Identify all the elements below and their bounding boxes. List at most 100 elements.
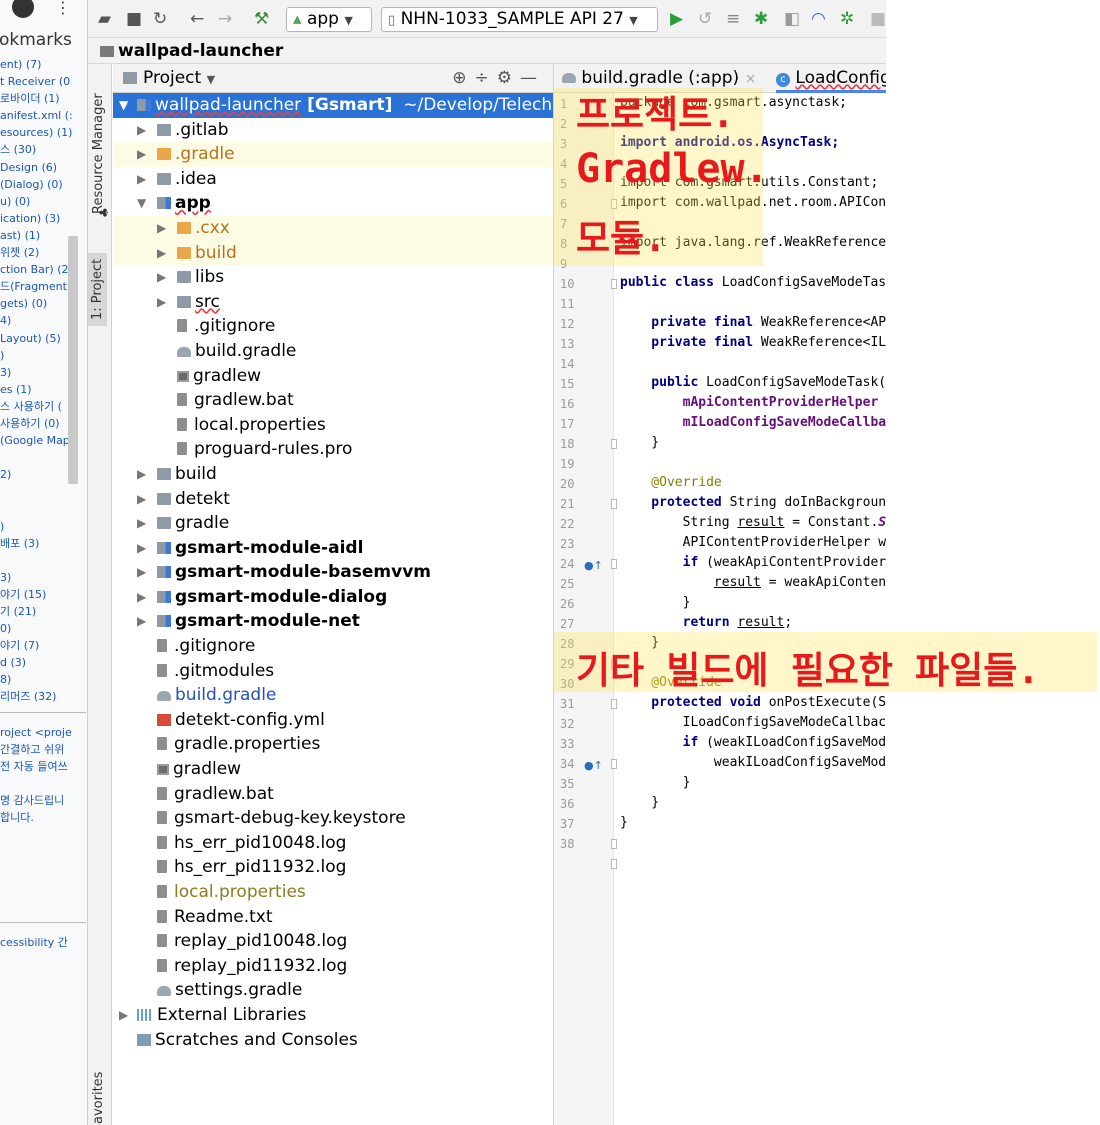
tree-node[interactable]: gradle.properties: [113, 732, 553, 757]
apply-changes-icon[interactable]: ↺: [698, 8, 712, 30]
tree-node[interactable]: gsmart-debug-key.keystore: [113, 806, 553, 831]
chevron-right-icon[interactable]: ▶: [137, 609, 149, 634]
attach-debugger-icon[interactable]: ✲: [840, 8, 854, 30]
chevron-right-icon[interactable]: ▶: [119, 1003, 131, 1028]
bookmark-item[interactable]: 야기 (7): [0, 637, 86, 654]
tree-node[interactable]: ▶ detekt: [113, 487, 553, 512]
tree-node[interactable]: local.properties: [113, 880, 553, 905]
tree-node[interactable]: ▶ gsmart-module-dialog: [113, 585, 553, 610]
tree-node[interactable]: ▶ gsmart-module-net: [113, 609, 553, 634]
tree-node[interactable]: ▶ gsmart-module-aidl: [113, 536, 553, 561]
open-folder-icon[interactable]: ▰: [98, 8, 111, 30]
tree-node[interactable]: replay_pid10048.log: [113, 929, 553, 954]
tree-node[interactable]: hs_err_pid11932.log: [113, 855, 553, 880]
tree-node[interactable]: hs_err_pid10048.log: [113, 831, 553, 856]
bookmark-item[interactable]: esources) (1): [0, 124, 86, 141]
fold-marker-icon[interactable]: [611, 279, 617, 289]
bookmark-item[interactable]: 명 감사드립니: [0, 792, 86, 809]
tree-node[interactable]: build.gradle: [113, 339, 553, 364]
profiler-icon[interactable]: ◠: [811, 8, 826, 30]
save-icon[interactable]: ■: [126, 8, 142, 30]
bookmark-item[interactable]: [0, 483, 86, 500]
bookmark-item[interactable]: d (3): [0, 654, 86, 671]
bookmark-item[interactable]: [0, 775, 86, 792]
tab-favorites[interactable]: avorites: [91, 1072, 106, 1124]
chevron-right-icon[interactable]: ▶: [137, 511, 149, 536]
settings-gear-icon[interactable]: ⚙: [497, 68, 520, 88]
tree-node[interactable]: ▶ .gitlab: [113, 118, 553, 143]
chevron-right-icon[interactable]: ▶: [137, 118, 149, 143]
chevron-right-icon[interactable]: ▶: [137, 585, 149, 610]
fold-marker-icon[interactable]: [611, 439, 617, 449]
fold-marker-icon[interactable]: [611, 699, 617, 709]
tree-node[interactable]: proguard-rules.pro: [113, 437, 553, 462]
close-icon[interactable]: ×: [745, 71, 757, 87]
bookmark-item[interactable]: Design (6): [0, 159, 86, 176]
tree-node[interactable]: Readme.txt: [113, 905, 553, 930]
run-config-select[interactable]: ▴ app ▼: [286, 7, 372, 32]
bookmark-item[interactable]: 로바이더 (1): [0, 90, 86, 107]
chevron-right-icon[interactable]: ▶: [157, 290, 169, 315]
tree-node[interactable]: .gitignore: [113, 314, 553, 339]
bookmark-item[interactable]: 스 (30): [0, 141, 86, 158]
bookmark-item[interactable]: [0, 552, 86, 569]
tree-node[interactable]: detekt-config.yml: [113, 708, 553, 733]
fold-marker-icon[interactable]: [611, 859, 617, 869]
tab-project[interactable]: 1: Project: [88, 252, 107, 326]
avatar[interactable]: [12, 0, 34, 18]
tree-node[interactable]: ▶ .cxx: [113, 215, 553, 241]
tree-node[interactable]: build.gradle: [113, 683, 553, 708]
tree-node[interactable]: ▶ .gradle: [113, 142, 553, 167]
tree-node[interactable]: gradlew: [113, 364, 553, 389]
sidebar-scrollbar[interactable]: [68, 236, 78, 484]
stop-icon[interactable]: ■: [870, 8, 886, 30]
tree-node[interactable]: local.properties: [113, 413, 553, 438]
chevron-right-icon[interactable]: ▶: [137, 536, 149, 561]
bookmark-item[interactable]: [0, 500, 86, 517]
bookmark-item[interactable]: 간결하고 쉬위: [0, 741, 86, 758]
back-icon[interactable]: ←: [190, 8, 204, 30]
tab-loadconfig[interactable]: c LoadConfig: [776, 64, 886, 93]
tree-node[interactable]: gradlew.bat: [113, 782, 553, 807]
bookmark-item[interactable]: ication) (3): [0, 210, 86, 227]
tree-node[interactable]: replay_pid11932.log: [113, 954, 553, 979]
tree-node[interactable]: gradlew.bat: [113, 388, 553, 413]
bookmark-item[interactable]: 리머즈 (32): [0, 688, 86, 705]
tab-resource-manager[interactable]: Resource Manager: [91, 93, 106, 214]
coverage-icon[interactable]: ◧: [784, 8, 800, 30]
tree-node[interactable]: .gitmodules: [113, 659, 553, 684]
fold-marker-icon[interactable]: [611, 759, 617, 769]
tree-node[interactable]: ▶ gsmart-module-basemvvm: [113, 560, 553, 585]
bookmark-item[interactable]: 야기 (15): [0, 586, 86, 603]
bookmark-item[interactable]: 기 (21): [0, 603, 86, 620]
tree-node[interactable]: ▶ libs: [113, 265, 553, 290]
tree-node[interactable]: settings.gradle: [113, 978, 553, 1003]
tree-node[interactable]: ▶ build: [113, 462, 553, 487]
fold-marker-icon[interactable]: [611, 559, 617, 569]
device-select[interactable]: ▯ NHN-1033_SAMPLE API 27 ▼: [381, 7, 658, 32]
tree-node[interactable]: ▶ build: [113, 240, 553, 266]
tree-node[interactable]: ▼ app: [113, 191, 553, 216]
tree-node[interactable]: ▶ .idea: [113, 167, 553, 192]
tree-node[interactable]: ▶ src: [113, 290, 553, 315]
chevron-right-icon[interactable]: ▶: [137, 462, 149, 487]
bookmark-item[interactable]: 합니다.: [0, 809, 86, 826]
chevron-down-icon[interactable]: ▼: [119, 93, 131, 118]
hide-icon[interactable]: —: [520, 68, 545, 88]
fold-marker-icon[interactable]: [611, 499, 617, 509]
build-hammer-icon[interactable]: ⚒: [254, 8, 269, 30]
forward-icon[interactable]: →: [218, 8, 232, 30]
more-menu-icon[interactable]: ⋮: [55, 0, 71, 17]
project-view-select[interactable]: Project ▼: [123, 64, 215, 94]
bookmark-item[interactable]: t Receiver (0: [0, 73, 86, 90]
bookmark-item[interactable]: anifest.xml (:: [0, 107, 86, 124]
run-icon[interactable]: ▶: [670, 8, 683, 30]
bookmark-item[interactable]: (Dialog) (0): [0, 176, 86, 193]
bookmark-item[interactable]: ent) (7): [0, 56, 86, 73]
bookmark-item[interactable]: 3): [0, 569, 86, 586]
sync-icon[interactable]: ↻: [153, 8, 167, 30]
collapse-all-icon[interactable]: ÷: [475, 68, 497, 88]
bookmark-item[interactable]: ): [0, 518, 86, 535]
chevron-right-icon[interactable]: ▶: [137, 167, 149, 192]
chevron-right-icon[interactable]: ▶: [157, 241, 169, 266]
